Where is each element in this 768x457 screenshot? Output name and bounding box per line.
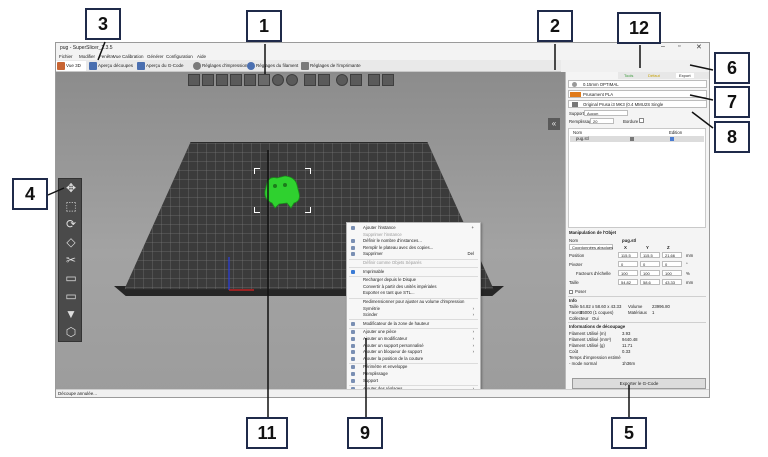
callout-5: 5 xyxy=(611,417,647,449)
annotated-screenshot: pug - SuperSlicer_2.3.5 – ▫ ✕ Fichier Mo… xyxy=(0,0,768,457)
callout-12: 12 xyxy=(617,12,661,44)
callout-1: 1 xyxy=(246,10,282,42)
callout-6: 6 xyxy=(714,52,750,84)
callout-9: 9 xyxy=(347,417,383,449)
callout-3: 3 xyxy=(85,8,121,40)
callout-7: 7 xyxy=(714,86,750,118)
callout-11: 11 xyxy=(246,417,288,449)
callout-4: 4 xyxy=(12,178,48,210)
callout-8: 8 xyxy=(714,121,750,153)
callout-2: 2 xyxy=(537,10,573,42)
callout-lines xyxy=(47,41,714,418)
